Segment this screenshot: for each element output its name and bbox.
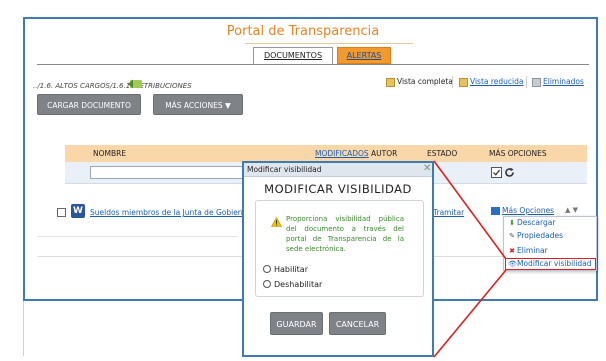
menu-item-label: Propiedades	[517, 231, 563, 240]
options-icon	[491, 207, 500, 215]
back-arrow-icon[interactable]	[127, 78, 143, 90]
cancel-button[interactable]: CANCELAR	[329, 312, 386, 335]
column-modificados[interactable]: MODIFICADOS	[315, 149, 369, 158]
row-divider	[37, 236, 237, 237]
views-separator	[526, 76, 527, 88]
warning-icon	[271, 217, 282, 227]
row-more-options-label: Más Opciones	[502, 206, 555, 215]
more-actions-button[interactable]: MÁS ACCIONES ▼	[153, 94, 243, 115]
radio-label: Deshabilitar	[274, 280, 323, 289]
column-nombre[interactable]: NOMBRE	[93, 149, 126, 158]
view-reducida-label: Vista reducida	[470, 77, 524, 86]
title-divider	[245, 43, 413, 44]
refresh-icon[interactable]	[504, 167, 515, 178]
radio-button[interactable]	[263, 280, 271, 288]
row-checkbox[interactable]	[57, 208, 66, 217]
tab-alertas[interactable]: ALERTAS	[337, 47, 391, 64]
dialog-message: Proporciona visibilidad pública del docu…	[286, 215, 404, 253]
menu-highlight-box	[505, 258, 596, 270]
name-filter-input[interactable]	[90, 166, 250, 179]
view-eliminados-label: Eliminados	[543, 77, 584, 86]
dialog-heading: MODIFICAR VISIBILIDAD	[264, 182, 412, 196]
view-completa-link[interactable]: Vista completa	[386, 77, 453, 87]
menu-item-descargar[interactable]: ⬇ Descargar	[508, 218, 555, 227]
pencil-icon: ✎	[509, 232, 515, 240]
delete-icon: ✖	[509, 247, 515, 255]
radio-habilitar[interactable]: Habilitar	[263, 265, 308, 274]
view-reducida-link[interactable]: Vista reducida	[459, 77, 524, 87]
radio-label: Habilitar	[274, 265, 308, 274]
row-sort-arrows-icon[interactable]: ▲ ▼	[565, 206, 578, 214]
trash-icon	[532, 77, 541, 87]
save-button[interactable]: GUARDAR	[270, 312, 323, 335]
document-view-icon	[386, 77, 395, 87]
close-icon[interactable]: ✕	[423, 163, 431, 174]
row-estado-link[interactable]: Tramitar	[433, 208, 464, 217]
radio-button[interactable]	[263, 265, 271, 273]
view-completa-label: Vista completa	[397, 77, 453, 86]
view-eliminados-link[interactable]: Eliminados	[532, 77, 584, 87]
breadcrumb: ../1.6. ALTOS CARGOS/1.6.1. RETRIBUCIONE…	[33, 82, 192, 90]
upload-document-button[interactable]: CARGAR DOCUMENTO	[37, 94, 141, 115]
menu-item-propiedades[interactable]: ✎ Propiedades	[508, 231, 563, 240]
portal-title: Portal de Transparencia	[226, 24, 380, 39]
filter-icon[interactable]	[491, 167, 502, 178]
column-estado[interactable]: ESTADO	[427, 149, 457, 158]
tab-baseline	[37, 64, 589, 65]
word-document-icon: W	[71, 204, 85, 218]
tab-documentos[interactable]: DOCUMENTOS	[253, 47, 333, 64]
screenshot-stage: Portal de Transparencia DOCUMENTOS ALERT…	[0, 0, 606, 361]
document-view-icon	[459, 77, 468, 87]
radio-deshabilitar[interactable]: Deshabilitar	[263, 280, 322, 289]
views-separator	[452, 76, 453, 88]
document-name-link[interactable]: Sueldos miembros de la Junta de Gobierno	[90, 208, 250, 217]
column-mas-opciones: MÁS OPCIONES	[489, 149, 547, 158]
dialog-window-title: Modificar visibilidad	[247, 165, 322, 174]
column-autor[interactable]: AUTOR	[371, 149, 397, 158]
menu-item-eliminar[interactable]: ✖ Eliminar	[508, 246, 548, 255]
menu-item-label: Descargar	[517, 218, 556, 227]
menu-item-label: Eliminar	[517, 246, 548, 255]
download-icon: ⬇	[509, 219, 515, 227]
row-more-options-link[interactable]: Más Opciones	[491, 206, 554, 215]
